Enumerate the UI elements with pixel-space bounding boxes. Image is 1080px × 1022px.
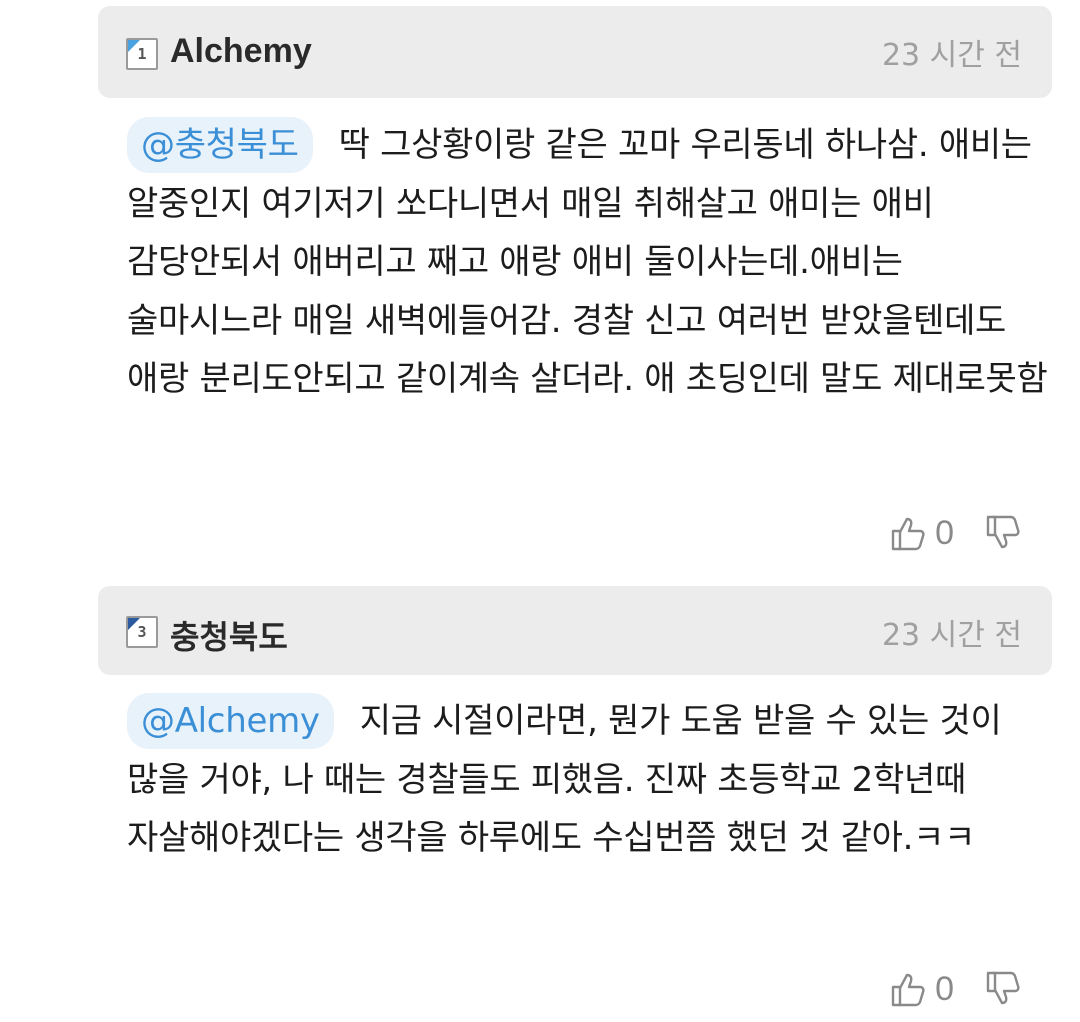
timestamp: 23 시간 전 [881,618,1022,653]
comment-header: 1 Alchemy 23 시간 전 [98,6,1052,98]
level-badge-icon: 1 [126,38,158,70]
like-count: 0 [935,969,954,1008]
thumbs-up-icon[interactable] [889,969,929,1009]
level-badge-icon: 3 [126,616,158,648]
vote-bar: 0 [889,508,1024,558]
comment-header: 3 충청북도 23 시간 전 [98,586,1052,675]
mention-tag[interactable]: @Alchemy [127,693,334,749]
vote-bar: 0 [889,964,1024,1014]
comment-body: @Alchemy 지금 시절이라면, 뭔가 도움 받을 수 있는 것이 많을 거야… [127,692,1057,868]
mention-tag[interactable]: @충청북도 [127,117,313,173]
timestamp: 23 시간 전 [881,38,1022,73]
thumbs-up-icon[interactable] [889,513,929,553]
thumbs-down-icon[interactable] [984,513,1024,553]
thumbs-down-icon[interactable] [984,969,1024,1009]
username[interactable]: 충청북도 [170,612,288,658]
comment-body: @충청북도 딱 그상황이랑 같은 꼬마 우리동네 하나삼. 애비는 알중인지 여기… [127,116,1057,409]
like-count: 0 [935,513,954,552]
username[interactable]: Alchemy [170,32,312,71]
